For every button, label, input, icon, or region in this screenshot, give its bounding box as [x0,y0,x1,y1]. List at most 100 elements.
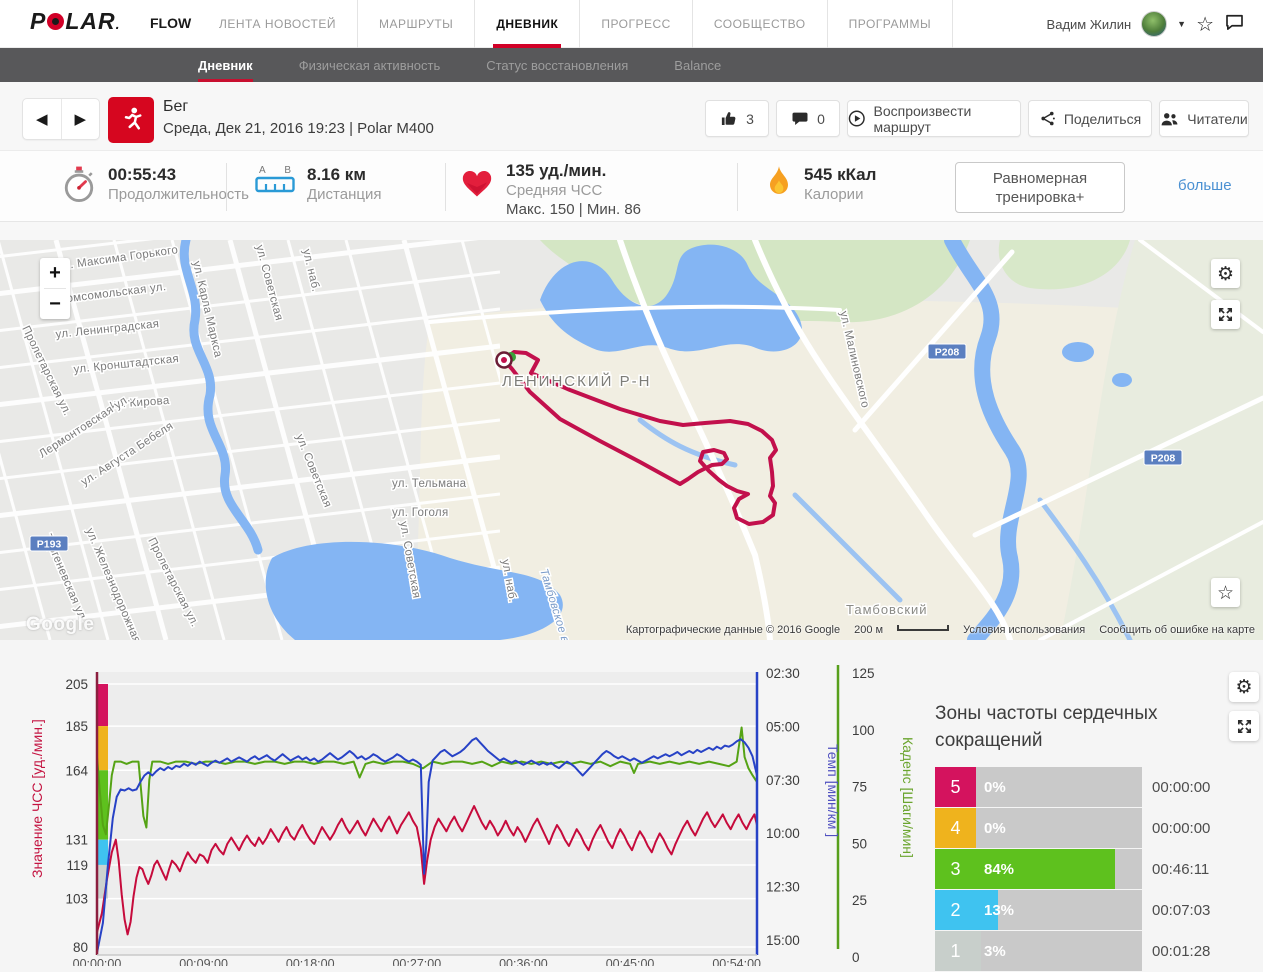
map-settings-button[interactable]: ⚙ [1211,259,1240,288]
svg-text:15:00: 15:00 [766,933,800,948]
zone-number-badge: 3 [935,849,976,889]
map-report-link[interactable]: Сообщить об ошибке на карте [1099,624,1255,636]
session-datetime: Среда, Дек 21, 2016 19:23 | Polar M400 [163,120,434,137]
zone-percent: 13% [984,901,1015,919]
star-icon: ☆ [1216,581,1235,604]
readers-button[interactable]: Читатели [1159,100,1249,137]
zone-percent: 84% [984,860,1015,878]
svg-text:05:00: 05:00 [766,719,800,734]
svg-text:75: 75 [852,780,867,795]
subnav-diary[interactable]: Дневник [198,48,253,82]
avatar[interactable] [1141,11,1168,37]
map-favorite-button[interactable]: ☆ [1211,578,1240,607]
diary-subnav: Дневник Физическая активность Статус вос… [0,48,1263,82]
svg-text:119: 119 [66,858,88,873]
svg-text:00:36:00: 00:36:00 [499,957,548,966]
sport-title: Бег [163,98,189,115]
nav-item-feed[interactable]: ЛЕНТА НОВОСТЕЙ [198,0,357,48]
summary-stats-bar: 00:55:43 Продолжительность А В 8.16 км Ди… [0,150,1263,222]
comment-count: 0 [817,110,825,127]
svg-text:00:09:00: 00:09:00 [179,957,228,966]
svg-text:103: 103 [65,892,88,907]
svg-text:00:27:00: 00:27:00 [392,957,441,966]
route-map[interactable]: ул. Максима Горького Комсомольская ул. ул.… [0,240,1263,640]
svg-text:100: 100 [852,723,875,738]
svg-text:Темп [мин/км ]: Темп [мин/км ] [825,744,841,837]
like-button[interactable]: 3 [705,100,769,137]
calories-stat: 545 кКал Калории [766,165,876,204]
svg-text:00:18:00: 00:18:00 [286,957,335,966]
zone-number-badge: 1 [935,931,976,971]
user-menu-caret-icon[interactable]: ▼ [1177,19,1186,29]
map-zoom-control: + − [40,258,70,319]
hr-max-min: Макс. 150 | Мин. 86 [506,201,642,218]
polar-logo-o [47,13,65,30]
replay-route-label: Воспроизвести маршрут [873,102,972,135]
svg-text:205: 205 [65,677,88,692]
comment-button[interactable]: 0 [776,100,840,137]
heart-rate-stat: 135 уд./мин. Средняя ЧСС Макс. 150 | Мин… [460,161,641,219]
map-scale-text: 200 м [854,624,884,636]
nav-item-community[interactable]: СООБЩЕСТВО [691,0,827,48]
svg-text:50: 50 [852,836,867,851]
svg-text:P193: P193 [37,539,62,551]
subnav-balance[interactable]: Balance [674,48,721,82]
heart-icon [462,170,492,197]
share-label: Поделиться [1063,110,1142,127]
avg-hr-label: Средняя ЧСС [506,182,603,199]
svg-text:164: 164 [65,763,88,778]
zone-bar: 13% [976,890,1142,930]
messages-icon[interactable] [1224,12,1245,37]
svg-text:Значение ЧСС [уд./мин.]: Значение ЧСС [уд./мин.] [29,719,45,878]
zone-time: 00:07:03 [1152,901,1211,919]
hr-zone-row-3: 3 84% 00:46:11 [935,849,1235,889]
svg-text:10:00: 10:00 [766,826,800,841]
favorites-star-icon[interactable]: ☆ [1196,12,1214,36]
zone-bar: 3% [976,931,1142,971]
map-attribution: Картографические данные © 2016 Google 20… [626,624,1255,636]
zone-time: 00:00:00 [1152,819,1211,837]
zone-percent: 0% [984,819,1006,837]
expand-icon [1218,307,1233,322]
flow-label: FLOW [150,15,192,31]
more-link[interactable]: больше [1178,177,1232,194]
like-count: 3 [746,110,754,127]
main-nav: ЛЕНТА НОВОСТЕЙ МАРШРУТЫ ДНЕВНИК ПРОГРЕСС… [198,0,954,48]
flame-icon [770,166,788,194]
duration-stat: 00:55:43 Продолжительность [62,165,249,205]
readers-label: Читатели [1187,110,1248,127]
map-fullscreen-button[interactable] [1211,300,1240,329]
hr-zone-row-1: 1 3% 00:01:28 [935,931,1235,971]
replay-route-button[interactable]: Воспроизвести маршрут [847,100,1021,137]
svg-text:0: 0 [852,950,860,965]
share-button[interactable]: Поделиться [1028,100,1152,137]
nav-item-programs[interactable]: ПРОГРАММЫ [826,0,954,48]
svg-text:185: 185 [65,719,88,734]
svg-text:02:30: 02:30 [766,666,800,681]
nav-item-routes[interactable]: МАРШРУТЫ [356,0,474,48]
duration-label: Продолжительность [108,186,249,203]
next-session-button[interactable]: ▶ [62,99,100,139]
training-chart[interactable]: 205 185 164 131 119 103 80 02:30 05:00 07:30 10:00… [0,652,930,966]
map-zoom-out-button[interactable]: − [40,289,70,319]
training-benefit-button[interactable]: Равномерная тренировка+ [955,162,1125,213]
svg-text:00:54:00: 00:54:00 [712,957,761,966]
gear-icon: ⚙ [1235,676,1253,698]
prev-session-button[interactable]: ◀ [23,99,62,139]
user-name[interactable]: Вадим Жилин [1047,17,1132,32]
nav-item-diary[interactable]: ДНЕВНИК [474,0,579,48]
google-logo[interactable]: Google [26,614,94,636]
svg-text:07:30: 07:30 [766,773,800,788]
subnav-activity[interactable]: Физическая активность [299,48,441,82]
zone-percent: 3% [984,942,1006,960]
map-terms-link[interactable]: Условия использования [963,624,1085,636]
polar-logo[interactable]: P LAR. [30,8,121,35]
running-sport-icon [108,97,154,143]
nav-item-progress[interactable]: ПРОГРЕСС [579,0,692,48]
zone-time: 00:00:00 [1152,778,1211,796]
subnav-recovery[interactable]: Статус восстановления [486,48,628,82]
svg-text:Каденс [Шаги/мин]: Каденс [Шаги/мин] [900,737,916,858]
hr-zone-row-5: 5 0% 00:00:00 [935,767,1235,807]
map-zoom-in-button[interactable]: + [40,258,70,288]
svg-text:Тамбовский: Тамбовский [846,602,928,617]
